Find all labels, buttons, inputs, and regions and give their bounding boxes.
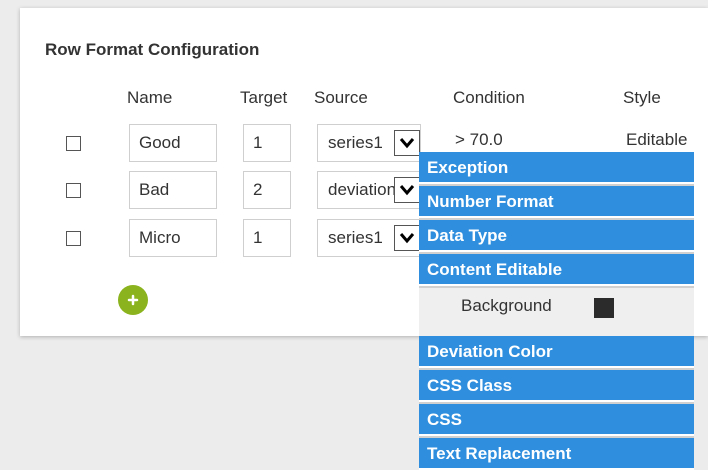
row-target-input[interactable]: 1 xyxy=(243,219,291,257)
menu-item-content-editable[interactable]: Content Editable xyxy=(419,254,694,286)
row-source-value: series1 xyxy=(328,228,383,247)
menu-item-exception[interactable]: Exception xyxy=(419,152,694,184)
menu-item-css[interactable]: CSS xyxy=(419,404,694,436)
row-target-input[interactable]: 2 xyxy=(243,171,291,209)
row-source-select[interactable]: deviation xyxy=(317,171,421,209)
style-dropdown-menu: Exception Number Format Data Type Conten… xyxy=(419,152,694,470)
menu-item-data-type[interactable]: Data Type xyxy=(419,220,694,252)
row-name-input[interactable]: Micro xyxy=(129,219,217,257)
background-label: Background xyxy=(461,296,552,315)
row-checkbox[interactable] xyxy=(66,136,81,151)
chevron-down-icon[interactable] xyxy=(394,177,420,203)
background-color-swatch[interactable] xyxy=(594,298,614,318)
row-checkbox[interactable] xyxy=(66,183,81,198)
column-header-condition: Condition xyxy=(453,88,525,107)
background-option[interactable]: Background xyxy=(419,288,694,338)
row-condition: > 70.0 xyxy=(455,130,503,149)
menu-item-deviation-color[interactable]: Deviation Color xyxy=(419,336,694,368)
row-style[interactable]: Editable xyxy=(626,130,687,150)
column-header-target: Target xyxy=(240,88,288,107)
add-row-button[interactable] xyxy=(118,285,148,315)
panel-title: Row Format Configuration xyxy=(45,40,260,59)
column-header-name: Name xyxy=(127,88,173,107)
chevron-down-icon[interactable] xyxy=(394,225,420,251)
row-source-select[interactable]: series1 xyxy=(317,124,421,162)
column-header-style: Style xyxy=(623,88,661,107)
row-checkbox[interactable] xyxy=(66,231,81,246)
plus-icon xyxy=(127,294,139,306)
column-header-source: Source xyxy=(314,88,368,107)
row-target-input[interactable]: 1 xyxy=(243,124,291,162)
row-name-input[interactable]: Bad xyxy=(129,171,217,209)
menu-item-text-replacement[interactable]: Text Replacement xyxy=(419,438,694,470)
menu-item-number-format[interactable]: Number Format xyxy=(419,186,694,218)
menu-item-css-class[interactable]: CSS Class xyxy=(419,370,694,402)
row-source-value: series1 xyxy=(328,133,383,152)
row-name-input[interactable]: Good xyxy=(129,124,217,162)
chevron-down-icon[interactable] xyxy=(394,130,420,156)
row-source-select[interactable]: series1 xyxy=(317,219,421,257)
row-source-value: deviation xyxy=(328,180,394,199)
